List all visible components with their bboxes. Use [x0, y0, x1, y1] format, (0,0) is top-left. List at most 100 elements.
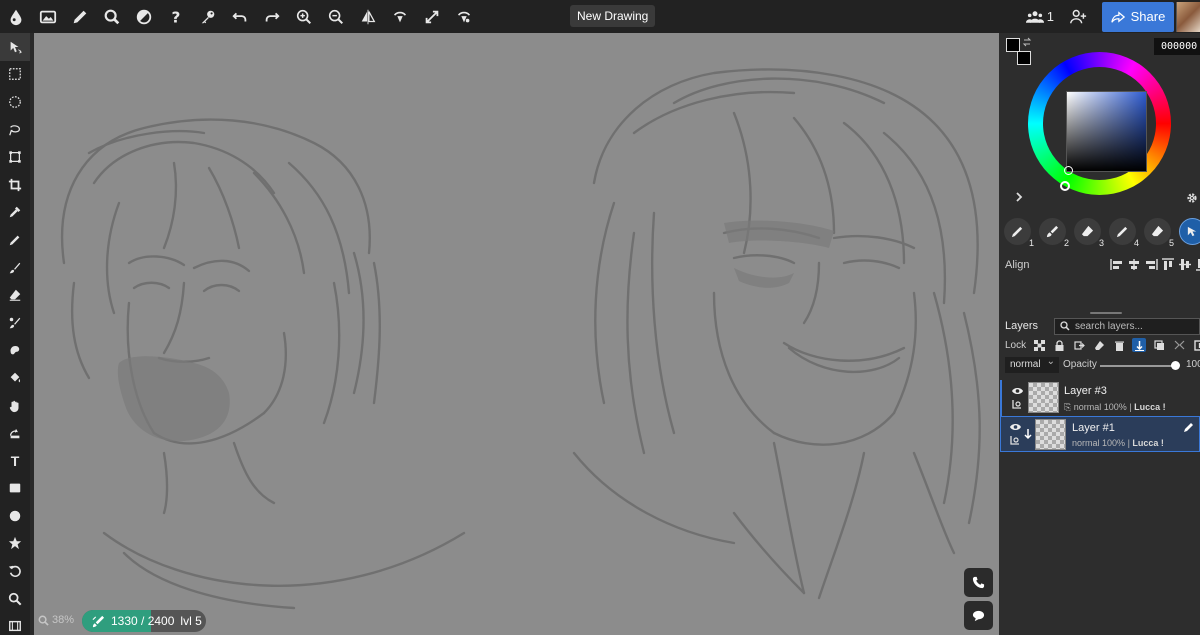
- add-layer-button[interactable]: [1192, 338, 1200, 352]
- polygon-tool-button[interactable]: [0, 530, 30, 558]
- secondary-color-swatch[interactable]: [1017, 51, 1031, 65]
- merge-down-button[interactable]: [1132, 338, 1146, 352]
- transform-tool-button[interactable]: [0, 143, 30, 171]
- document-title[interactable]: New Drawing: [570, 5, 656, 27]
- align-left-icon[interactable]: [1110, 258, 1124, 271]
- layer-name[interactable]: Layer #3: [1064, 385, 1107, 397]
- sv-picker-handle[interactable]: [1064, 166, 1073, 175]
- move-layer-button[interactable]: [1072, 338, 1086, 352]
- blend-brush-tool-button[interactable]: [0, 309, 30, 337]
- export-icon: [1073, 340, 1085, 350]
- saturation-value-square[interactable]: [1066, 91, 1147, 172]
- smudge-tool-button[interactable]: [0, 337, 30, 365]
- eye-icon[interactable]: [1009, 422, 1022, 432]
- eyedropper-tool-button[interactable]: [0, 199, 30, 227]
- contrast-icon[interactable]: [128, 0, 160, 33]
- brush-preset-active[interactable]: [1179, 218, 1200, 245]
- key-icon[interactable]: [192, 0, 224, 33]
- rotate-tool-button[interactable]: [0, 419, 30, 447]
- brush-tool-button[interactable]: [0, 254, 30, 282]
- ellipse-tool-button[interactable]: [0, 502, 30, 530]
- xp-progress-bar[interactable]: 1330 / 2400 lvl 5: [82, 610, 206, 632]
- pencil-icon[interactable]: [64, 0, 96, 33]
- brush-preset-5[interactable]: 5: [1144, 218, 1174, 248]
- align-right-icon[interactable]: [1144, 258, 1158, 271]
- voice-call-button[interactable]: [964, 568, 993, 597]
- layer-blend: normal: [1072, 438, 1100, 448]
- align-center-icon[interactable]: [1127, 258, 1141, 271]
- select-arrow-icon: [1187, 226, 1197, 237]
- eraser-tool-button[interactable]: [0, 281, 30, 309]
- history-tool-button[interactable]: [0, 557, 30, 585]
- hex-color-input[interactable]: 000000: [1154, 38, 1200, 55]
- lock-layer-button[interactable]: [1052, 338, 1066, 352]
- rectangle-tool-button[interactable]: [0, 475, 30, 503]
- hand-icon: [9, 400, 19, 412]
- layer-thumbnail: [1028, 382, 1059, 413]
- drawing-canvas[interactable]: [34, 33, 999, 635]
- zoom-tool-button[interactable]: [0, 585, 30, 613]
- crop-tool-button[interactable]: [0, 171, 30, 199]
- online-users[interactable]: 1: [1025, 9, 1054, 24]
- rect-select-tool-button[interactable]: [0, 61, 30, 89]
- duplicate-layer-button[interactable]: [1152, 338, 1166, 352]
- layer-row-selected[interactable]: Layer #1 normal 100% | Lucca !: [1000, 416, 1200, 452]
- text-tool-button[interactable]: T: [0, 447, 30, 475]
- zoom-out-icon[interactable]: [320, 0, 352, 33]
- layer-settings-icon[interactable]: [1011, 399, 1023, 411]
- timelapse-tool-button[interactable]: [0, 612, 30, 635]
- redo-icon[interactable]: [256, 0, 288, 33]
- zoom-in-icon[interactable]: [288, 0, 320, 33]
- lasso-tool-button[interactable]: [0, 116, 30, 144]
- chevron-right-icon[interactable]: [1014, 192, 1024, 202]
- panel-resize-handle[interactable]: [1090, 312, 1122, 314]
- eraser-icon: [1081, 225, 1094, 237]
- eye-icon[interactable]: [1011, 386, 1024, 396]
- image-icon[interactable]: [32, 0, 64, 33]
- help-icon[interactable]: ?: [160, 0, 192, 33]
- align-middle-icon[interactable]: [1178, 258, 1192, 271]
- brush-preset-4[interactable]: 4: [1109, 218, 1139, 248]
- user-avatar[interactable]: [1176, 1, 1200, 32]
- fullscreen-icon[interactable]: [416, 0, 448, 33]
- lock-transparency-button[interactable]: [1032, 338, 1046, 352]
- delete-layer-button[interactable]: [1112, 338, 1126, 352]
- merge-selected-button[interactable]: [1172, 338, 1186, 352]
- brush-preset-2[interactable]: 2: [1039, 218, 1069, 248]
- layer-search-input[interactable]: search layers...: [1054, 318, 1200, 335]
- ellipse-select-tool-button[interactable]: [0, 88, 30, 116]
- layer-name[interactable]: Layer #1: [1072, 422, 1115, 434]
- align-bottom-icon[interactable]: [1195, 258, 1200, 271]
- brush-preset-3[interactable]: 3: [1074, 218, 1104, 248]
- primary-color-swatch[interactable]: [1006, 38, 1020, 52]
- pen-tool-button[interactable]: [0, 226, 30, 254]
- search-icon[interactable]: [96, 0, 128, 33]
- app-logo-icon[interactable]: [0, 0, 32, 33]
- pen-icon: [9, 235, 20, 246]
- fill-tool-button[interactable]: [0, 364, 30, 392]
- layer-settings-icon[interactable]: [1009, 435, 1021, 447]
- sketch-artwork: [60, 68, 981, 610]
- blend-mode-select[interactable]: normal: [1005, 354, 1059, 373]
- clear-layer-button[interactable]: [1092, 338, 1106, 352]
- add-user-button[interactable]: [1068, 7, 1088, 27]
- opacity-slider-thumb[interactable]: [1171, 361, 1180, 370]
- opacity-slider-track[interactable]: [1100, 365, 1176, 367]
- brush-preset-1[interactable]: 1: [1004, 218, 1034, 248]
- share-button[interactable]: Share: [1102, 1, 1174, 32]
- zoom-indicator[interactable]: 38%: [38, 614, 74, 626]
- reset-view-icon[interactable]: [448, 0, 480, 33]
- swap-colors-icon[interactable]: [1022, 37, 1032, 47]
- layer-row[interactable]: Layer #3 ⎘ normal 100% | Lucca !: [1000, 380, 1200, 416]
- hand-tool-button[interactable]: [0, 392, 30, 420]
- align-top-icon[interactable]: [1161, 258, 1175, 271]
- chat-button[interactable]: [964, 601, 993, 630]
- rotate-canvas-icon[interactable]: [384, 0, 416, 33]
- move-tool-button[interactable]: [0, 33, 30, 61]
- xp-progress-text: 1330 / 2400: [111, 614, 175, 628]
- opacity-value[interactable]: 100: [1186, 359, 1200, 370]
- undo-icon[interactable]: [224, 0, 256, 33]
- hue-picker-handle[interactable]: [1060, 181, 1070, 191]
- flip-horizontal-icon[interactable]: [352, 0, 384, 33]
- gear-icon[interactable]: [1186, 192, 1198, 204]
